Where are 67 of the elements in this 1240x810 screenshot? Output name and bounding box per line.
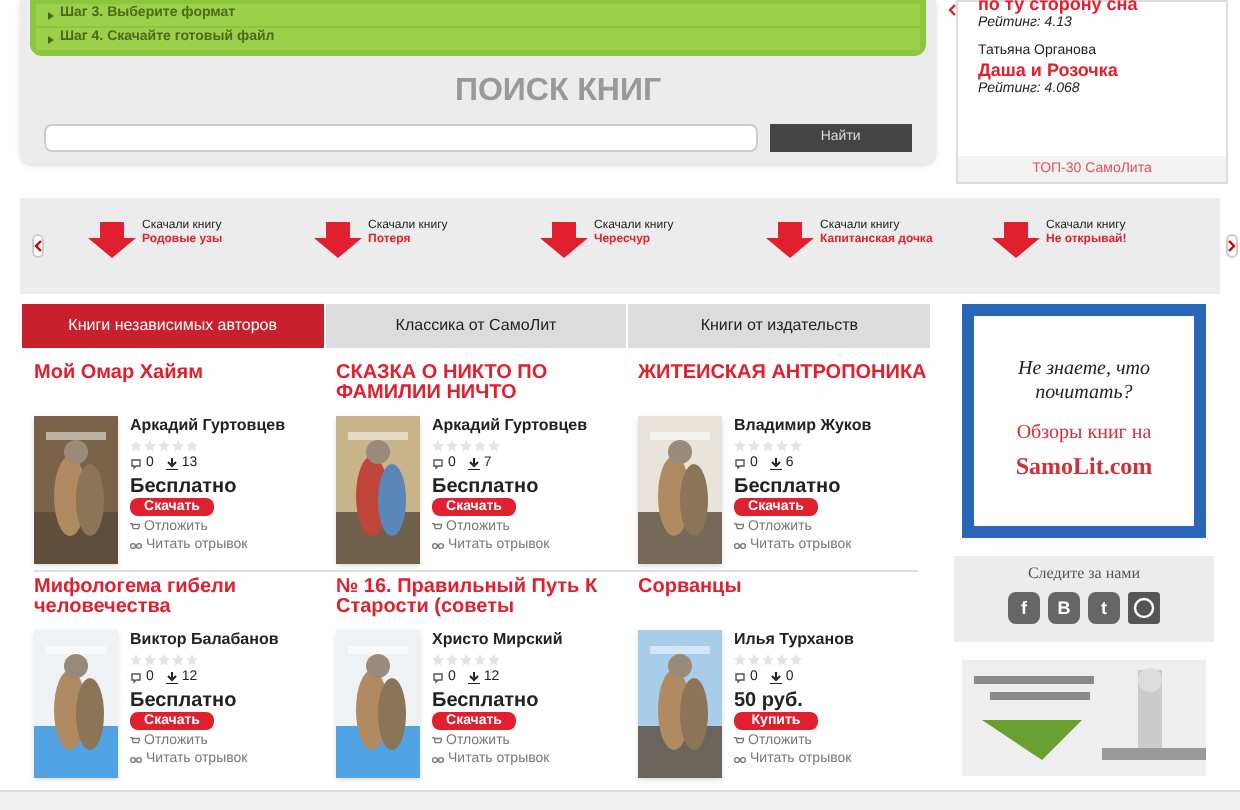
download-icon [165, 457, 178, 469]
comment-icon [130, 671, 142, 683]
promo-offer: Обзоры книг на [1016, 420, 1152, 448]
price: Бесплатно [432, 476, 541, 498]
tab[interactable]: Классика от СамоЛит [323, 304, 627, 348]
book-link[interactable]: по ту сторону сна [978, 0, 1206, 14]
glasses-icon [734, 755, 746, 763]
glasses-icon [432, 541, 444, 549]
book-title: Мой Омар Хайям [34, 364, 205, 388]
glasses-icon [734, 541, 746, 549]
price: Бесплатно [432, 690, 541, 712]
social-button[interactable]: B [1048, 592, 1080, 624]
comment-icon [432, 457, 444, 469]
glasses-icon [432, 755, 444, 763]
cart-icon [432, 736, 442, 746]
author-name: Аркадий Гуртовцев [432, 416, 588, 434]
download-icon [467, 457, 480, 469]
social-button[interactable]: f [1008, 592, 1040, 624]
promo-site: SamoLit.com [1015, 450, 1153, 484]
cart-icon [130, 736, 140, 746]
price: 50 руб. [734, 690, 805, 712]
comment-icon [734, 457, 746, 469]
triangle-icon [48, 35, 54, 43]
author-name: Аркадий Гуртовцев [130, 416, 286, 434]
download-icon [769, 671, 782, 683]
cart-icon [734, 522, 744, 532]
price: Бесплатно [130, 690, 239, 712]
download-arrow-icon [766, 222, 814, 258]
author-name: Владимир Жуков [734, 416, 872, 434]
promo-question: Не знаете, что почитать? [1016, 358, 1152, 406]
search-field[interactable] [44, 124, 758, 152]
download-icon [165, 671, 178, 683]
comment-icon [130, 457, 142, 469]
cart-icon [432, 522, 442, 532]
download-arrow-icon [314, 222, 362, 258]
triangle-icon [48, 11, 54, 19]
social-title: Следите за нами [1027, 562, 1141, 586]
book-title: Сорванцы [638, 578, 744, 602]
download-arrow-icon [540, 222, 588, 258]
social-button[interactable]: t [1088, 592, 1120, 624]
download-arrow-icon [992, 222, 1040, 258]
price: Бесплатно [130, 476, 239, 498]
author-name: Илья Турханов [734, 630, 854, 648]
comment-icon [734, 671, 746, 683]
promo-banner[interactable]: Не знаете, что почитать? Обзоры книг на SamoLit.com [962, 304, 1206, 538]
glasses-icon [130, 755, 142, 763]
book-link[interactable]: Даша и Розочка [978, 60, 1206, 80]
download-icon [769, 457, 782, 469]
social-icon[interactable] [1128, 592, 1160, 624]
glasses-icon [130, 541, 142, 549]
cart-icon [130, 522, 140, 532]
previous-button[interactable] [32, 234, 44, 258]
book-title: СКАЗКА О НИКТО ПО ФАМИЛИИ НИЧТО [336, 364, 550, 408]
cart-icon [734, 736, 744, 746]
author-name: Христо Мирский [432, 630, 563, 648]
author-name: Виктор Балабанов [130, 630, 279, 648]
next-button[interactable] [1226, 234, 1238, 258]
tab[interactable]: Книги от издательств [626, 304, 931, 348]
search-title: ПОИСК КНИГ [452, 72, 664, 112]
download-arrow-icon [88, 222, 136, 258]
price: Бесплатно [734, 476, 843, 498]
comment-icon [432, 671, 444, 683]
book-title: Мифологема гибели человечества [34, 578, 239, 622]
book-title: № 16. Правильный Путь К Старости (советы [336, 578, 600, 622]
book-title: ЖИТЕИСКАЯ АНТРОПОНИКА [638, 364, 929, 388]
tab[interactable]: Книги независимых авторов [22, 304, 324, 348]
download-icon [467, 671, 480, 683]
